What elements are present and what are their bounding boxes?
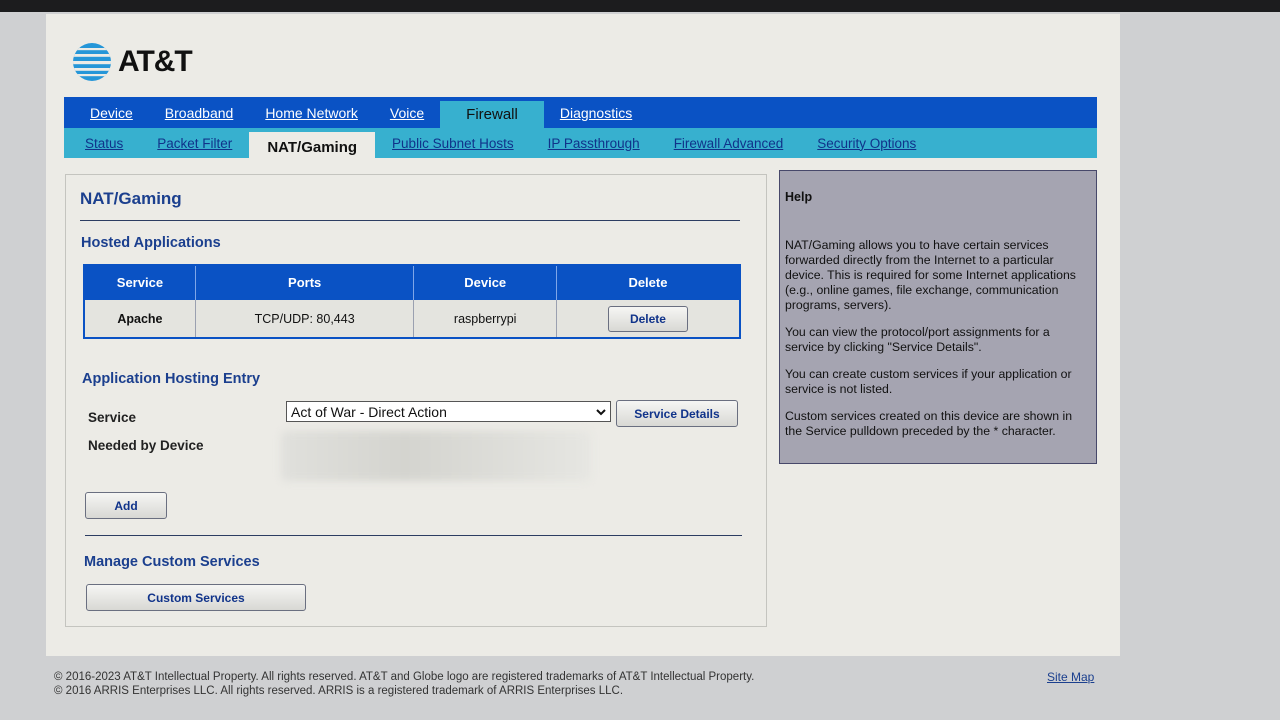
application-hosting-entry-heading: Application Hosting Entry bbox=[82, 371, 261, 387]
chevron-down-icon bbox=[596, 408, 606, 415]
subtab-packet-filter[interactable]: Packet Filter bbox=[140, 128, 249, 158]
hosted-applications-heading: Hosted Applications bbox=[81, 235, 221, 251]
tab-broadband[interactable]: Broadband bbox=[149, 97, 250, 128]
att-logo[interactable]: AT&T bbox=[72, 42, 193, 82]
service-label: Service bbox=[88, 410, 137, 425]
title-divider bbox=[80, 220, 740, 221]
copyright-line-att: © 2016-2023 AT&T Intellectual Property. … bbox=[54, 671, 755, 683]
custom-services-button[interactable]: Custom Services bbox=[86, 584, 306, 611]
delete-button[interactable]: Delete bbox=[607, 305, 688, 332]
needed-by-device-field-blurred[interactable] bbox=[281, 431, 591, 481]
section-divider bbox=[85, 535, 742, 536]
page-title: NAT/Gaming bbox=[80, 189, 182, 208]
help-title: Help bbox=[785, 190, 813, 204]
tab-diagnostics[interactable]: Diagnostics bbox=[544, 97, 648, 128]
hosted-applications-table: Service Ports Device Delete Apache TCP/U… bbox=[83, 264, 741, 339]
service-select[interactable]: Act of War - Direct Action bbox=[286, 401, 611, 422]
cell-ports: TCP/UDP: 80,443 bbox=[195, 299, 415, 338]
att-globe-icon bbox=[73, 43, 111, 81]
secondary-nav: Status Packet Filter NAT/Gaming Public S… bbox=[64, 128, 1097, 162]
subtab-ip-passthrough[interactable]: IP Passthrough bbox=[531, 128, 657, 158]
subtab-public-subnet-hosts[interactable]: Public Subnet Hosts bbox=[375, 128, 531, 158]
footer-copyright: © 2016-2023 AT&T Intellectual Property. … bbox=[54, 670, 754, 698]
site-map-link[interactable]: Site Map bbox=[1047, 670, 1094, 684]
cell-service: Apache bbox=[84, 299, 196, 338]
brand-name: AT&T bbox=[118, 45, 193, 78]
monitor-bezel bbox=[0, 0, 1280, 12]
table-row: Apache TCP/UDP: 80,443 raspberrypi Delet… bbox=[84, 299, 741, 338]
column-header-delete: Delete bbox=[556, 265, 741, 300]
service-details-button[interactable]: Service Details bbox=[616, 400, 738, 427]
needed-by-device-label: Needed by Device bbox=[88, 438, 204, 453]
service-select-value: Act of War - Direct Action bbox=[291, 403, 447, 420]
primary-nav: Device Broadband Home Network Voice Fire… bbox=[64, 97, 1097, 128]
cell-delete: Delete bbox=[556, 299, 741, 338]
copyright-line-arris: © 2016 ARRIS Enterprises LLC. All rights… bbox=[54, 685, 624, 697]
tab-device[interactable]: Device bbox=[74, 97, 149, 128]
help-paragraph: NAT/Gaming allows you to have certain se… bbox=[785, 238, 1076, 312]
tab-voice[interactable]: Voice bbox=[374, 97, 440, 128]
subtab-security-options[interactable]: Security Options bbox=[800, 128, 933, 158]
help-panel: Help NAT/Gaming allows you to have certa… bbox=[779, 170, 1097, 464]
subtab-firewall-advanced[interactable]: Firewall Advanced bbox=[657, 128, 801, 158]
manage-custom-services-heading: Manage Custom Services bbox=[84, 554, 260, 570]
column-header-service: Service bbox=[84, 265, 196, 300]
help-paragraph: Custom services created on this device a… bbox=[785, 409, 1073, 438]
tab-home-network[interactable]: Home Network bbox=[249, 97, 374, 128]
main-content-panel: NAT/Gaming Hosted Applications Service P… bbox=[65, 174, 767, 627]
table-header-row: Service Ports Device Delete bbox=[84, 265, 741, 300]
subtab-nat-gaming[interactable]: NAT/Gaming bbox=[249, 132, 376, 162]
add-button[interactable]: Add bbox=[85, 492, 167, 519]
help-paragraph: You can create custom services if your a… bbox=[785, 367, 1072, 396]
subtab-status[interactable]: Status bbox=[68, 128, 140, 158]
column-header-device: Device bbox=[413, 265, 557, 300]
tab-firewall[interactable]: Firewall bbox=[440, 101, 544, 128]
cell-device: raspberrypi bbox=[413, 299, 557, 338]
help-paragraph: You can view the protocol/port assignmen… bbox=[785, 325, 1050, 354]
column-header-ports: Ports bbox=[195, 265, 415, 300]
